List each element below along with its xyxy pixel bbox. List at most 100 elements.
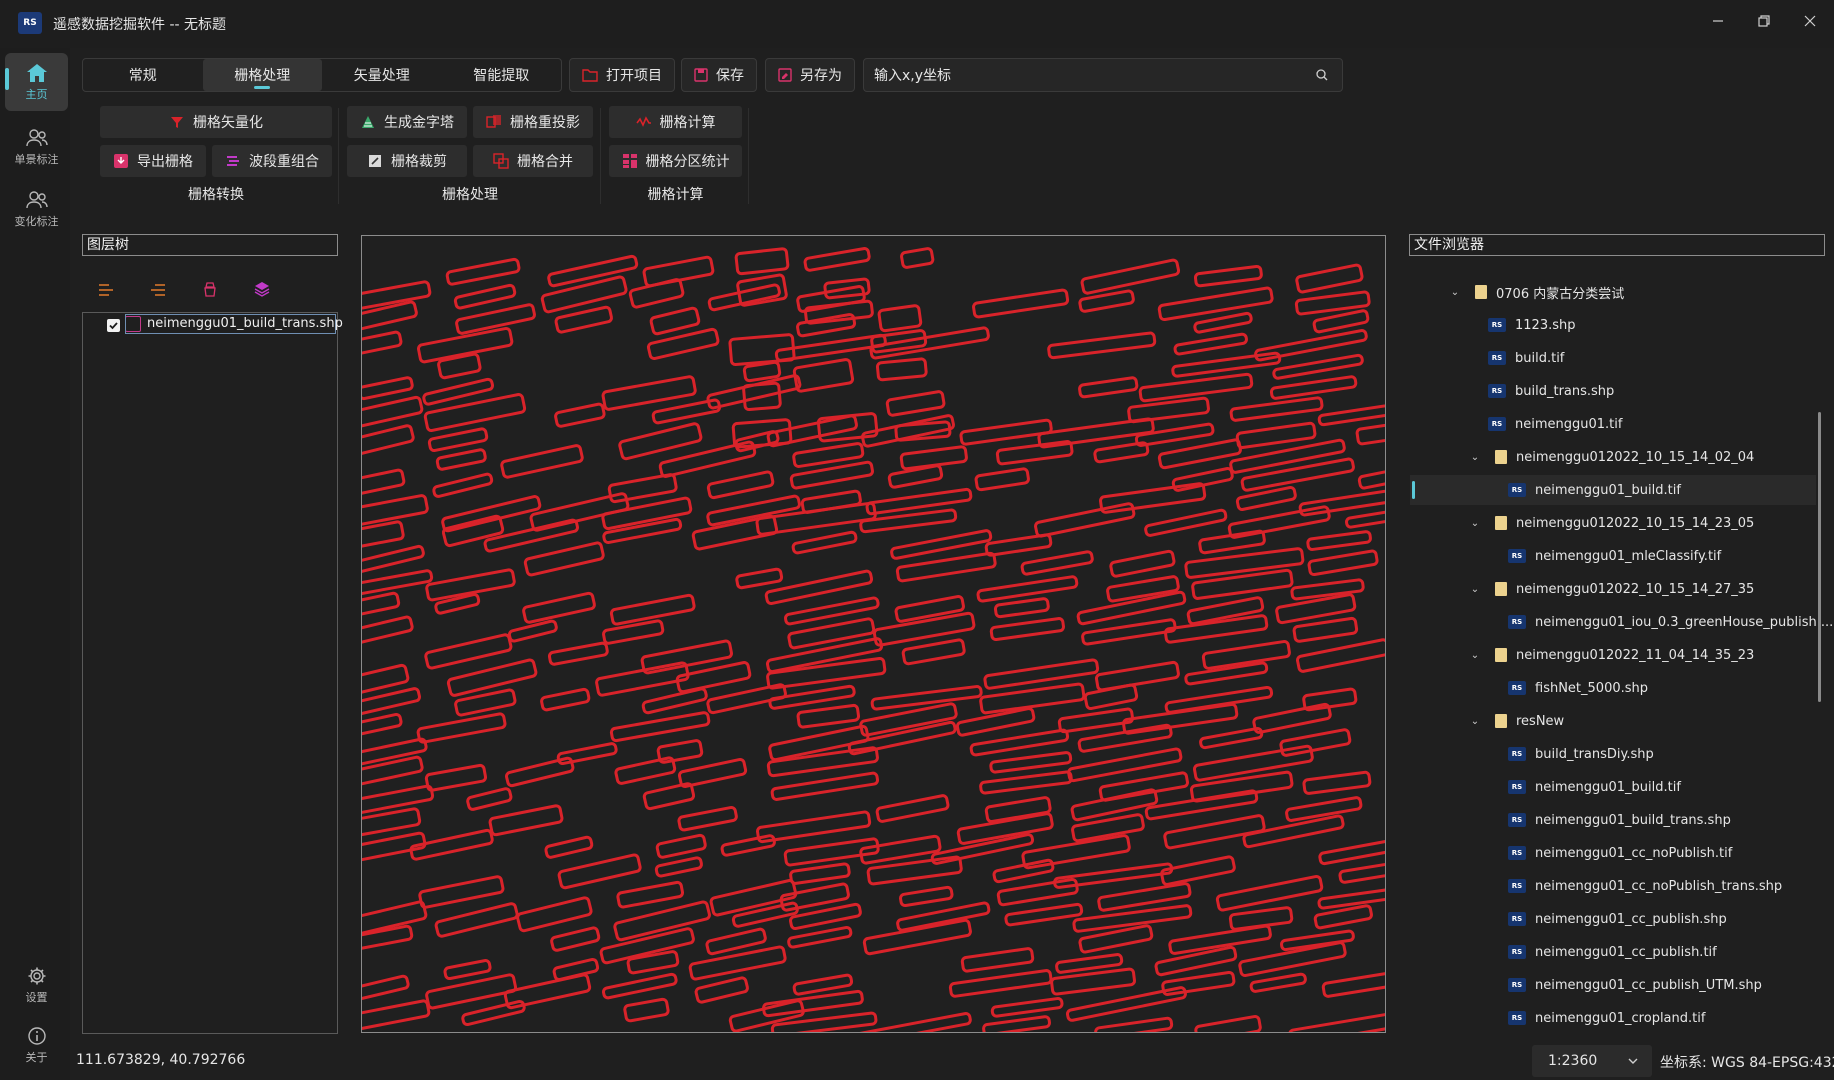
file-row[interactable]: RS neimenggu01_cc_noPublish_trans.shp — [1410, 871, 1816, 901]
file-row[interactable]: RS neimenggu01_build.tif — [1410, 475, 1816, 505]
building-outline — [424, 763, 488, 792]
file-row[interactable]: RS neimenggu01_iou_0.3_greenHouse_publish… — [1410, 607, 1833, 637]
users-icon — [25, 190, 48, 208]
file-row[interactable]: RS 1123.shp — [1410, 310, 1816, 340]
tab-smart-extract[interactable]: 智能提取 — [442, 59, 562, 91]
chevron-down-icon[interactable]: ⌄ — [1468, 716, 1482, 727]
generate-pyramid-button[interactable]: 生成金字塔 — [347, 106, 467, 138]
file-browser-item-label: neimenggu01_build.tif — [1535, 482, 1681, 498]
layer-checkbox[interactable] — [107, 319, 120, 332]
building-outline — [1193, 311, 1253, 334]
building-outline — [544, 835, 594, 859]
file-row[interactable]: RS neimenggu01_cc_publish_UTM.shp — [1410, 970, 1816, 1000]
save-button[interactable]: 保存 — [681, 58, 757, 92]
title-bar: RS 遥感数据挖掘软件 -- 无标题 — [0, 0, 1834, 48]
scale-value: 1:2360 — [1548, 1053, 1598, 1069]
file-row[interactable]: RS neimenggu01_cc_publish.shp — [1410, 904, 1816, 934]
home-icon — [26, 63, 47, 82]
info-icon — [27, 1026, 46, 1045]
file-row[interactable]: RS fishNet_5000.shp — [1410, 673, 1816, 703]
building-outline — [677, 805, 738, 832]
folder-row[interactable]: ⌄ neimenggu012022_10_15_14_27_35 — [1410, 574, 1816, 604]
zonal-stats-icon — [622, 153, 638, 169]
building-outline — [770, 1011, 878, 1032]
raster-merge-button[interactable]: 栅格合并 — [473, 145, 593, 177]
building-outline — [362, 591, 401, 616]
rs-file-icon: RS — [1508, 813, 1526, 827]
raster-clip-button[interactable]: 栅格裁剪 — [347, 145, 467, 177]
building-outline — [507, 619, 558, 643]
layers-icon[interactable] — [254, 281, 272, 299]
file-browser-scrollbar[interactable] — [1818, 412, 1821, 702]
tab-general[interactable]: 常规 — [83, 59, 203, 91]
building-outline — [885, 390, 946, 417]
file-row[interactable]: RS neimenggu01_build.tif — [1410, 772, 1816, 802]
file-row[interactable]: RS build.tif — [1410, 343, 1816, 373]
restore-button[interactable] — [1746, 6, 1782, 36]
band-recombine-button[interactable]: 波段重组合 — [212, 145, 332, 177]
file-browser-item-label: neimenggu01_mleClassify.tif — [1535, 548, 1722, 564]
file-row[interactable]: RS neimenggu01_build_trans.shp — [1410, 805, 1816, 835]
building-outline — [706, 470, 775, 500]
calc-icon — [635, 114, 652, 130]
scale-select[interactable]: 1:2360 — [1532, 1045, 1652, 1077]
map-canvas[interactable] — [361, 235, 1386, 1033]
folder-row[interactable]: ⌄ neimenggu012022_11_04_14_35_23 — [1410, 640, 1816, 670]
file-browser-item-label: neimenggu01.tif — [1515, 416, 1623, 432]
folder-row[interactable]: ⌄ neimenggu012022_10_15_14_23_05 — [1410, 508, 1816, 538]
building-outline — [1355, 416, 1385, 446]
coord-search-input[interactable] — [874, 65, 1294, 87]
chevron-down-icon[interactable]: ⌄ — [1468, 518, 1482, 529]
folder-row[interactable]: ⌄ resNew — [1410, 706, 1816, 736]
raster-calc-button[interactable]: 栅格计算 — [609, 106, 742, 138]
folder-row[interactable]: ⌄ neimenggu012022_10_15_14_02_04 — [1410, 442, 1816, 472]
generate-pyramid-label: 生成金字塔 — [384, 115, 454, 131]
building-outline — [996, 877, 1079, 907]
raster-reproject-button[interactable]: 栅格重投影 — [473, 106, 593, 138]
building-outline — [787, 925, 853, 949]
collapse-all-icon[interactable] — [150, 283, 168, 299]
chevron-down-icon[interactable]: ⌄ — [1468, 452, 1482, 463]
open-project-button[interactable]: 打开项目 — [569, 58, 675, 92]
save-label: 保存 — [716, 68, 744, 84]
rail-item-single-annotation[interactable]: 单景标注 — [5, 118, 68, 176]
save-as-icon — [778, 68, 792, 82]
file-row[interactable]: RS build_trans.shp — [1410, 376, 1816, 406]
building-outline — [789, 862, 851, 885]
building-outline — [362, 999, 431, 1032]
file-row[interactable]: RS neimenggu01_cc_noPublish.tif — [1410, 838, 1816, 868]
rail-item-settings[interactable]: 设置 — [5, 956, 68, 1014]
zonal-stats-button[interactable]: 栅格分区统计 — [609, 145, 742, 177]
export-raster-button[interactable]: 导出栅格 — [100, 145, 206, 177]
file-row[interactable]: RS neimenggu01_mleClassify.tif — [1410, 541, 1816, 571]
building-outline — [418, 875, 505, 909]
file-row[interactable]: RS build_transDiy.shp — [1410, 739, 1816, 769]
clear-layers-icon[interactable] — [202, 281, 220, 299]
file-row[interactable]: RS neimenggu01_cropland.tif — [1410, 1003, 1816, 1033]
minimize-button[interactable] — [1700, 6, 1736, 36]
save-as-button[interactable]: 另存为 — [765, 58, 855, 92]
layer-item-label[interactable]: neimenggu01_build_trans.shp — [147, 316, 343, 331]
building-outline — [1317, 885, 1385, 910]
file-row[interactable]: RS neimenggu01_cc_publish.tif — [1410, 937, 1816, 967]
close-button[interactable] — [1792, 6, 1828, 36]
building-outline — [1047, 331, 1157, 360]
rail-item-about[interactable]: 关于 — [5, 1016, 68, 1074]
tab-vector[interactable]: 矢量处理 — [322, 59, 442, 91]
rail-item-home[interactable]: 主页 — [5, 53, 68, 111]
expand-all-icon[interactable] — [98, 283, 116, 299]
search-icon[interactable] — [1314, 67, 1330, 83]
chevron-down-icon[interactable]: ⌄ — [1468, 584, 1482, 595]
folder-row[interactable]: ⌄ 0706 内蒙古分类尝试 — [1410, 277, 1816, 307]
building-outline — [609, 593, 696, 626]
layer-tree-title: 图层树 — [82, 234, 338, 256]
tab-raster[interactable]: 栅格处理 — [202, 59, 322, 91]
chevron-down-icon[interactable]: ⌄ — [1448, 287, 1462, 298]
raster-vectorize-button[interactable]: 栅格矢量化 — [100, 106, 332, 138]
rs-file-icon: RS — [1508, 747, 1526, 761]
chevron-down-icon[interactable]: ⌄ — [1468, 650, 1482, 661]
file-row[interactable]: RS neimenggu01.tif — [1410, 409, 1816, 439]
rail-item-change-annotation[interactable]: 变化标注 — [5, 180, 68, 238]
building-outline — [607, 473, 678, 504]
building-outline — [427, 427, 489, 453]
